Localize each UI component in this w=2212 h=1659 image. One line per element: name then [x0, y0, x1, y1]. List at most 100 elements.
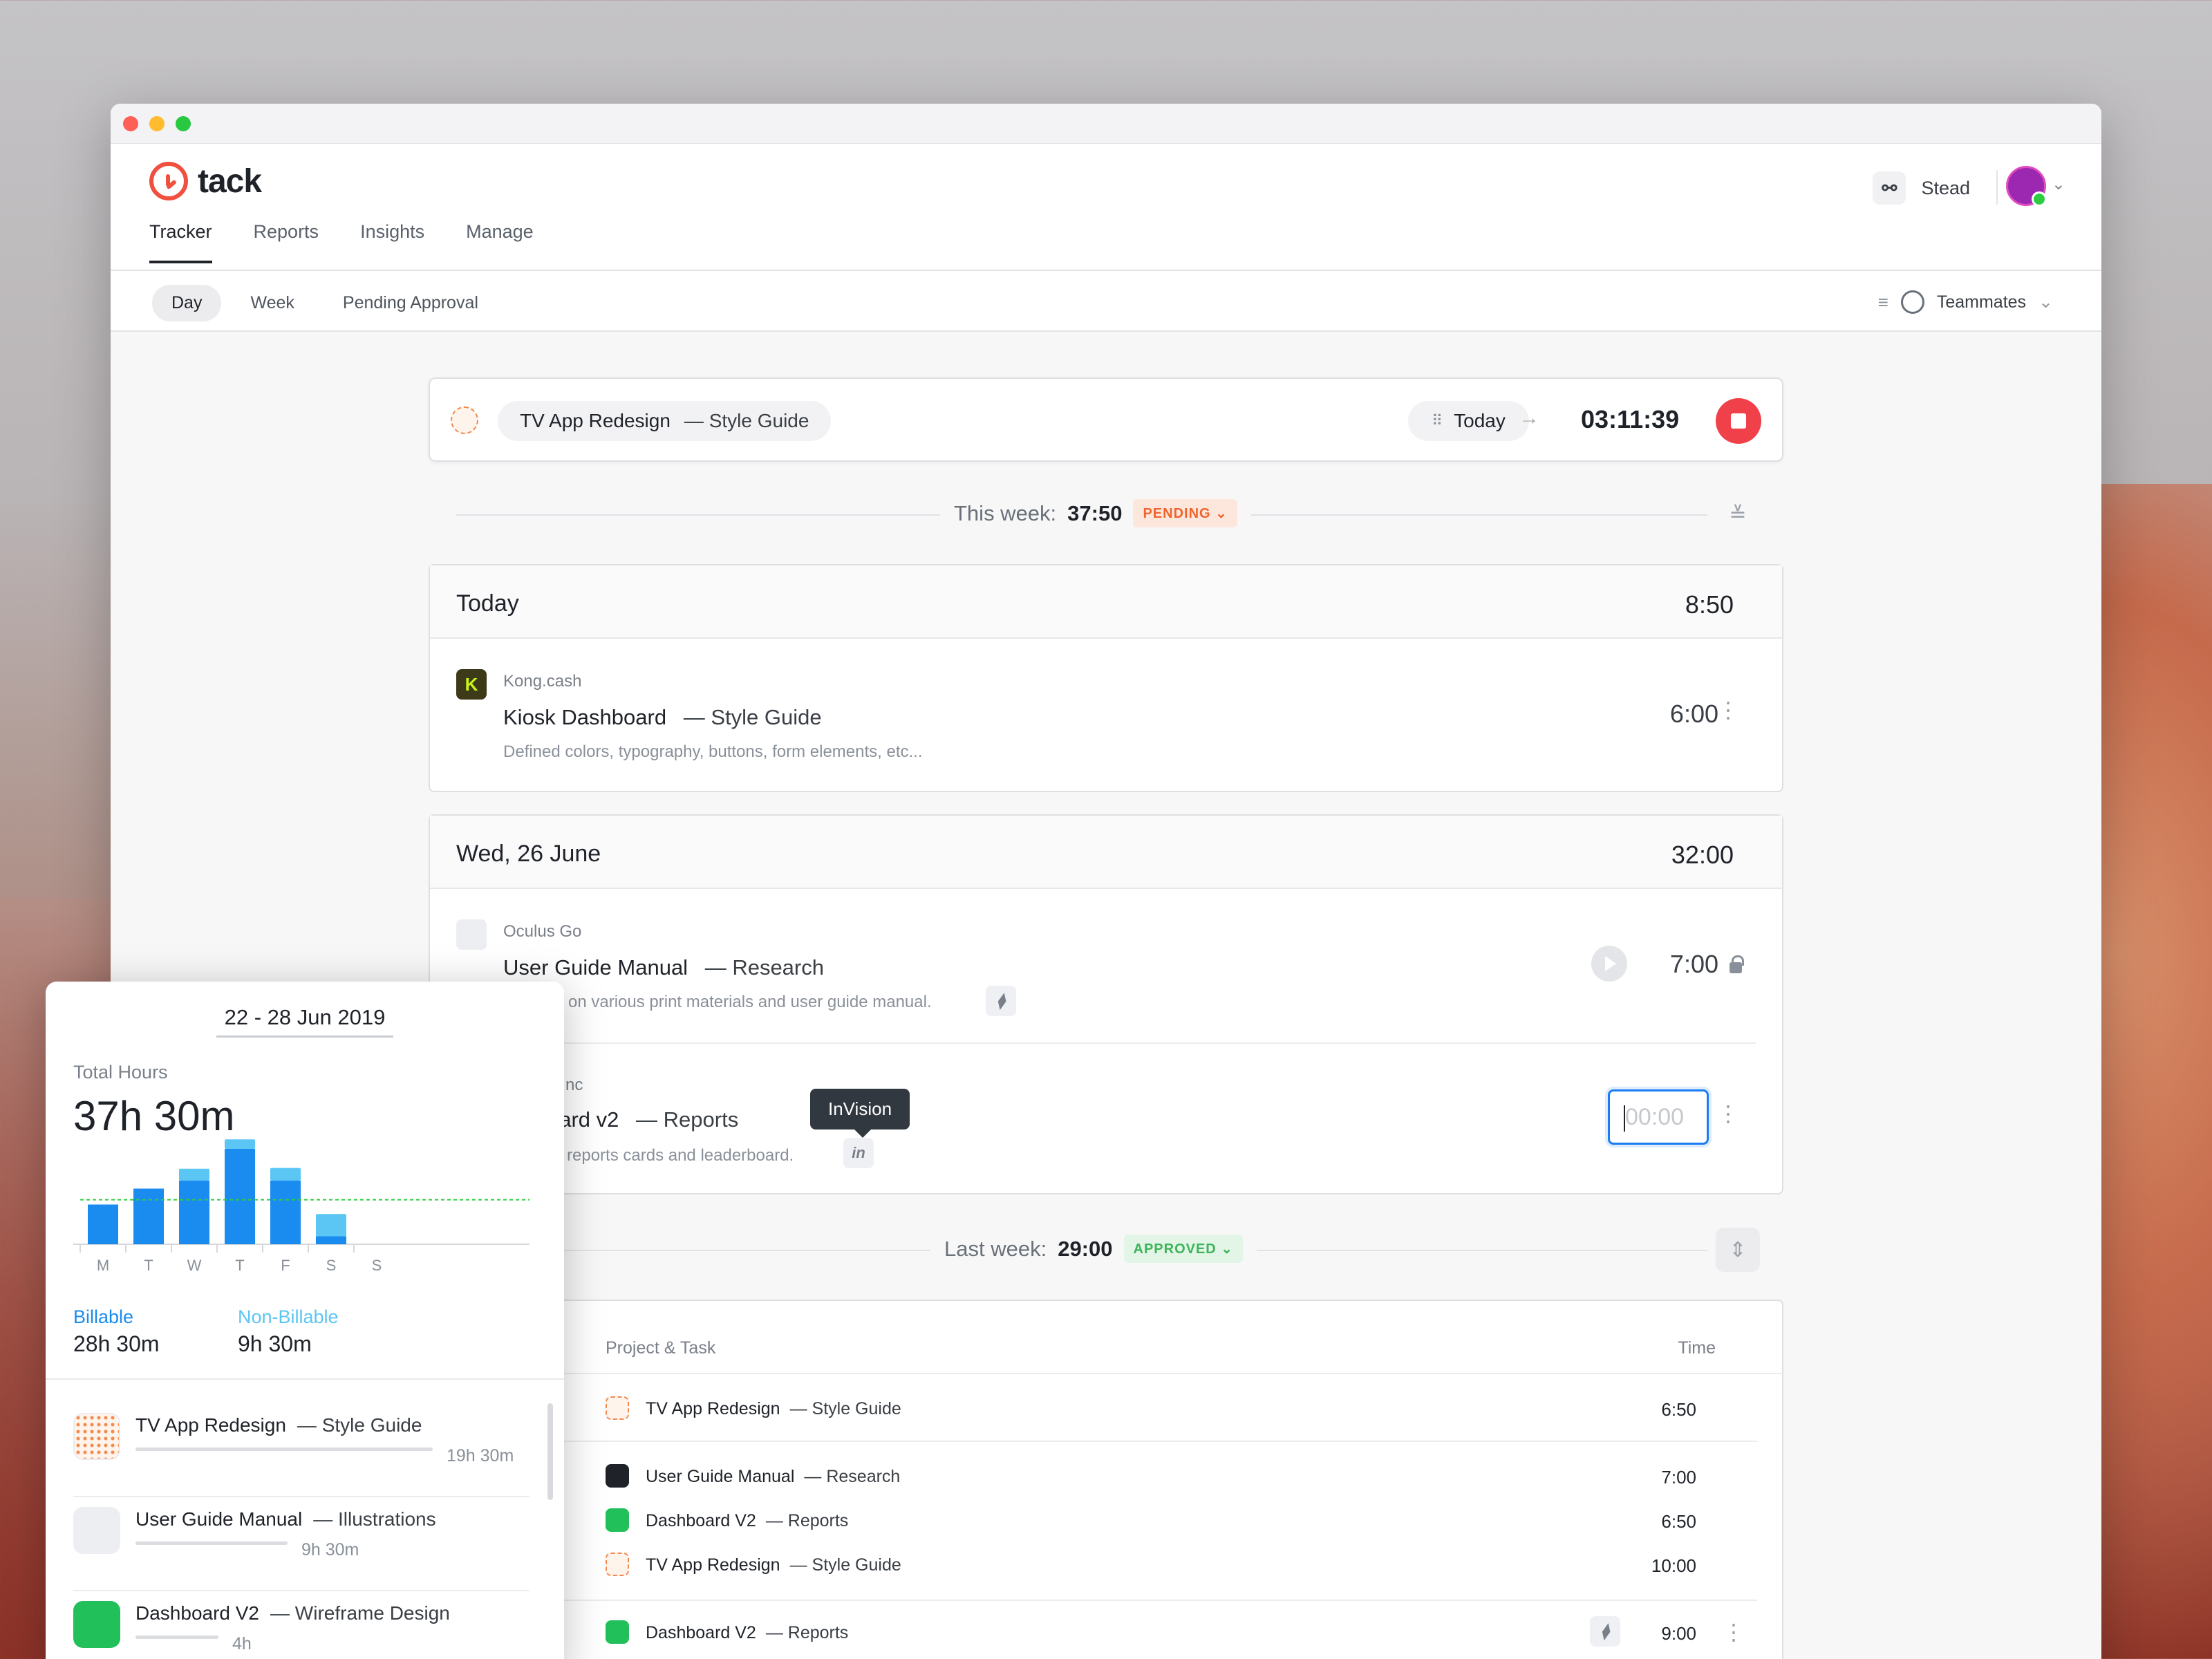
x-tick-label: T [235, 1257, 244, 1274]
day-label: Today [456, 590, 519, 617]
last-week-total: 29:00 [1058, 1236, 1113, 1261]
workspace-name: Stead [1921, 177, 1970, 198]
nav-tracker[interactable]: Tracker [149, 221, 212, 263]
time-entry[interactable]: nc oard v2 — Reports d reports cards and… [430, 1044, 1785, 1193]
time-entry[interactable]: Oculus Go User Guide Manual — Research o… [430, 889, 1785, 1038]
nav-insights[interactable]: Insights [360, 221, 424, 263]
more-options-icon[interactable]: ⋮ [1723, 1619, 1745, 1645]
status-badge[interactable]: PENDING ⌄ [1133, 499, 1237, 527]
project-icon [73, 1413, 120, 1460]
more-options-icon[interactable]: ⋮ [1717, 697, 1739, 723]
day-total: 32:00 [1671, 841, 1734, 869]
nav-reports[interactable]: Reports [254, 221, 319, 263]
timer-day-chip[interactable]: ⠿ Today [1408, 401, 1529, 441]
running-timer: TV App Redesign — Style Guide ⠿ Today → … [429, 377, 1783, 462]
total-hours-label: Total Hours [73, 1062, 168, 1082]
scrollbar[interactable] [547, 1403, 553, 1500]
column-project-task: Project & Task [606, 1338, 716, 1358]
row-time: 6:50 [1661, 1399, 1696, 1420]
chevron-down-icon: ⌄ [2038, 292, 2053, 312]
app-logo[interactable]: tack [149, 162, 262, 200]
nonbillable-bar [316, 1214, 346, 1237]
app-header: tack Tracker Reports Insights Manage ⚯ S… [111, 144, 2101, 271]
workspace-switcher[interactable]: ⚯ Stead [1873, 171, 1970, 205]
date-range[interactable]: 22 - 28 Jun 2019 [46, 1005, 564, 1030]
titlebar [111, 104, 2101, 144]
chevron-down-icon[interactable]: ⌄ [2052, 174, 2065, 194]
row-project: TV App Redesign — Style Guide [646, 1399, 901, 1418]
project-summary-item[interactable]: TV App Redesign — Style Guide 19h 30m [73, 1407, 543, 1497]
oculus-logo-icon [73, 1507, 120, 1554]
app-name: tack [198, 162, 262, 200]
close-window-button[interactable] [123, 116, 138, 131]
kong-logo-icon: K [456, 669, 487, 700]
popup-divider [46, 1378, 564, 1380]
billable-bar [133, 1188, 164, 1244]
project-hours: 4h [232, 1634, 252, 1653]
timer-project: TV App Redesign [520, 410, 671, 431]
tab-pending-approval[interactable]: Pending Approval [324, 285, 498, 321]
teammates-label: Teammates [1936, 292, 2027, 312]
entry-description: Defined colors, typography, buttons, for… [503, 742, 923, 761]
user-avatar[interactable] [2006, 166, 2047, 207]
entry-description: d reports cards and leaderboard. [553, 1146, 794, 1165]
billable-bar [316, 1236, 346, 1244]
header-divider [1996, 170, 1998, 205]
status-badge[interactable]: APPROVED ⌄ [1123, 1235, 1244, 1263]
tab-week[interactable]: Week [231, 285, 313, 321]
entry-title: User Guide Manual — Research [503, 955, 824, 980]
this-week-summary: This week: 37:50 PENDING ⌄ [940, 499, 1251, 527]
project-icon [606, 1553, 629, 1576]
row-project: TV App Redesign — Style Guide [646, 1555, 901, 1575]
invision-icon[interactable]: in [843, 1138, 874, 1168]
row-divider [430, 1600, 1757, 1601]
row-time: 7:00 [1661, 1467, 1696, 1488]
stop-timer-button[interactable] [1716, 398, 1761, 444]
expand-icon[interactable]: ⇕ [1716, 1228, 1760, 1272]
teammates-filter[interactable]: ≡ Teammates ⌄ [1878, 290, 2053, 314]
last-week-table: Project & Task Time TV App Redesign — Sty… [429, 1300, 1785, 1659]
dashboard-logo-icon [606, 1508, 629, 1532]
x-tick-label: S [372, 1257, 382, 1274]
timer-day: Today [1454, 410, 1506, 431]
view-tabs: Day Week Pending Approval [152, 285, 498, 321]
play-entry-button[interactable] [1591, 946, 1627, 982]
nonbillable-bar [225, 1139, 255, 1149]
dropbox-icon[interactable]: ⧫ [1590, 1616, 1620, 1647]
row-time: 6:50 [1661, 1511, 1696, 1532]
entry-client: Oculus Go [503, 922, 582, 941]
nonbillable-bar [179, 1168, 209, 1181]
project-title: User Guide Manual — Illustrations [135, 1508, 436, 1530]
tooltip: InVision [810, 1089, 910, 1138]
billable-bar [225, 1149, 255, 1244]
lock-icon [1730, 955, 1744, 973]
last-week-summary: Last week: 29:00 APPROVED ⌄ [930, 1235, 1257, 1263]
entry-description: on various print materials and user guid… [568, 993, 932, 1011]
project-hours: 19h 30m [447, 1446, 514, 1465]
stopwatch-icon [149, 162, 188, 200]
more-options-icon[interactable]: ⋮ [1717, 1100, 1739, 1127]
timer-project-chip[interactable]: TV App Redesign — Style Guide [498, 401, 832, 441]
time-entry[interactable]: K Kong.cash Kiosk Dashboard — Style Guid… [430, 639, 1785, 791]
arrow-right-icon: → [1519, 406, 1539, 429]
entry-time[interactable]: 7:00 [1670, 950, 1718, 979]
entry-title: Kiosk Dashboard — Style Guide [503, 705, 822, 730]
dropbox-icon[interactable]: ⧫ [986, 986, 1016, 1016]
sub-nav: Day Week Pending Approval ≡ Teammates ⌄ [111, 271, 2101, 332]
workspace-logo-icon: ⚯ [1873, 171, 1906, 205]
zoom-window-button[interactable] [176, 116, 191, 131]
project-summary-item[interactable]: Dashboard V2— Wireframe Design 4h [73, 1595, 543, 1659]
weekly-hours-chart: MTWTFSS [73, 1139, 529, 1274]
nav-manage[interactable]: Manage [466, 221, 534, 263]
collapse-icon[interactable]: ≚ [1716, 492, 1760, 536]
tab-day[interactable]: Day [152, 285, 222, 321]
grid-icon: ⠿ [1432, 412, 1443, 429]
hours-bar [135, 1447, 433, 1451]
header-divider [430, 1373, 1785, 1374]
total-hours-value: 37h 30m [73, 1093, 235, 1139]
nonbillable-label: Non-Billable [238, 1306, 339, 1327]
time-input[interactable]: 00:00 [1608, 1089, 1709, 1145]
project-summary-item[interactable]: User Guide Manual — Illustrations 9h 30m [73, 1501, 543, 1591]
minimize-window-button[interactable] [149, 116, 165, 131]
entry-time[interactable]: 6:00 [1670, 700, 1718, 729]
